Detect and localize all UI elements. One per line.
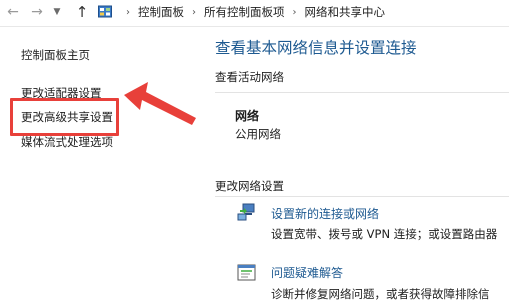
troubleshoot-icon <box>237 264 256 281</box>
recent-locations-chevron-icon[interactable]: ▼ <box>50 1 64 23</box>
setup-new-connection-description: 设置宽带、拨号或 VPN 连接；或设置路由器 <box>271 227 498 241</box>
breadcrumb-all-items[interactable]: 所有控制面板项 <box>204 4 285 20</box>
troubleshoot-problems-description: 诊断并修复网络问题，或者获得故障排除信 <box>271 287 490 301</box>
network-sharing-center-window: ← → ▼ ↑ › 控制面板 › 所有控制面板项 › 网络和共享中心 控制面板主… <box>0 0 509 308</box>
address-bar: ← → ▼ ↑ › 控制面板 › 所有控制面板项 › 网络和共享中心 <box>0 0 509 27</box>
sidebar-item-control-panel-home[interactable]: 控制面板主页 <box>21 47 90 63</box>
breadcrumb: › 控制面板 › 所有控制面板项 › 网络和共享中心 <box>98 1 385 23</box>
sidebar: 控制面板主页 更改适配器设置 更改高级共享设置 媒体流式处理选项 <box>0 26 200 308</box>
forward-arrow-icon[interactable]: → <box>27 1 47 23</box>
control-panel-icon <box>98 5 112 18</box>
up-arrow-icon[interactable]: ↑ <box>72 1 92 23</box>
network-type[interactable]: 公用网络 <box>235 126 281 142</box>
setup-new-connection-link[interactable]: 设置新的连接或网络 <box>271 205 379 222</box>
breadcrumb-separator-icon: › <box>292 6 297 18</box>
page-title: 查看基本网络信息并设置连接 <box>215 39 417 57</box>
divider <box>215 92 509 93</box>
change-settings-label: 更改网络设置 <box>215 179 284 193</box>
breadcrumb-separator-icon: › <box>192 6 196 18</box>
breadcrumb-network-center[interactable]: 网络和共享中心 <box>305 4 386 20</box>
breadcrumb-separator-icon: › <box>126 6 130 18</box>
network-name: 网络 <box>235 109 260 123</box>
sidebar-item-media-streaming-options[interactable]: 媒体流式处理选项 <box>21 134 113 150</box>
troubleshoot-problems-link[interactable]: 问题疑难解答 <box>271 264 343 281</box>
breadcrumb-control-panel[interactable]: 控制面板 <box>138 4 184 20</box>
active-networks-label: 查看活动网络 <box>215 70 284 84</box>
annotation-highlight-box <box>10 98 119 136</box>
divider <box>215 196 509 197</box>
new-connection-icon <box>237 203 255 221</box>
back-arrow-icon[interactable]: ← <box>3 1 23 23</box>
